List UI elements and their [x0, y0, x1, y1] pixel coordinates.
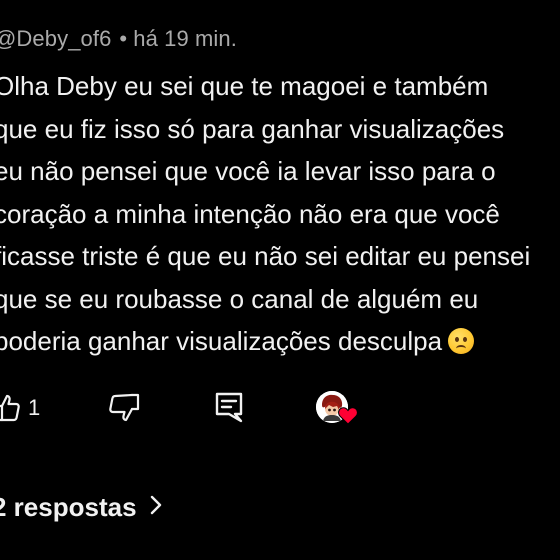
- creator-heart: [316, 391, 362, 431]
- comment-line-last: poderia ganhar visualizações desculpa: [0, 320, 560, 363]
- view-replies-button[interactable]: 2 respostas: [0, 492, 163, 523]
- chevron-right-icon: [137, 492, 163, 523]
- worried-face-emoji-icon: [448, 328, 475, 354]
- comment-icon: [215, 392, 243, 424]
- comment-line: que eu fiz isso só para ganhar visualiza…: [0, 113, 505, 144]
- comment-line: Olha Deby eu sei que te magoei e também: [0, 71, 489, 101]
- comment-timestamp: há 19 min.: [133, 26, 237, 51]
- comment-line: coração a minha intenção não era que voc…: [0, 198, 500, 229]
- dislike-button[interactable]: [108, 390, 140, 426]
- author-handle[interactable]: @Deby_of6: [0, 26, 111, 51]
- thumbs-down-icon: [108, 393, 140, 423]
- comment-line: que se eu roubasse o canal de alguém eu: [0, 283, 479, 314]
- like-count: 1: [28, 395, 41, 420]
- comment-text: Olha Deby eu sei que te magoei e também …: [0, 65, 560, 363]
- meta-separator: •: [119, 26, 128, 51]
- like-button[interactable]: 1: [0, 390, 40, 426]
- comment-line: eu não pensei que você ia levar isso par…: [0, 156, 496, 186]
- reply-button[interactable]: [215, 390, 243, 426]
- comment-line-text: poderia ganhar visualizações desculpa: [0, 326, 443, 356]
- thumbs-up-icon: [0, 394, 20, 422]
- heart-icon: [338, 407, 358, 430]
- comment-line: ficasse triste é que eu não sei editar e…: [0, 241, 531, 271]
- replies-label: 2 respostas: [0, 492, 137, 522]
- comment-header: @Deby_of6 • há 19 min.: [0, 26, 237, 52]
- comment-actions: 1: [0, 390, 560, 430]
